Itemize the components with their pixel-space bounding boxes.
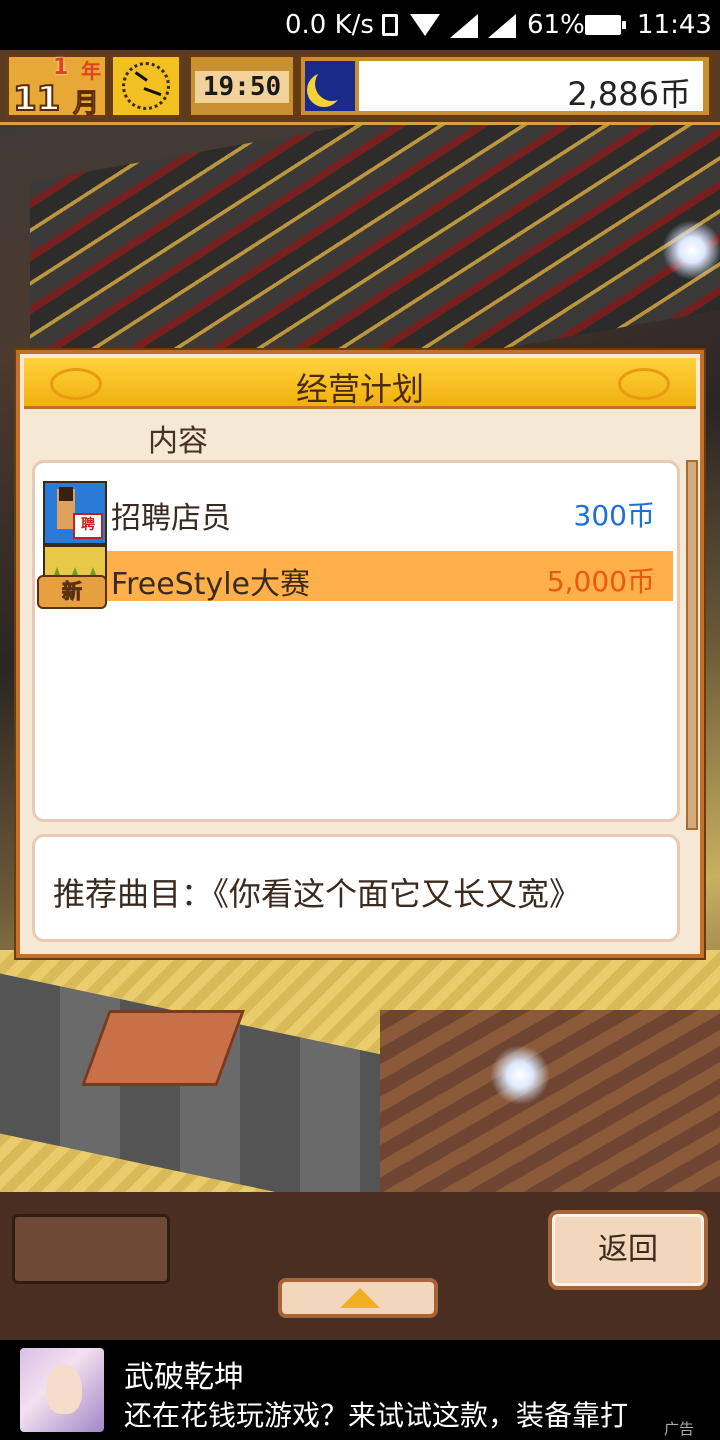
money-value: 2,886币 [567,75,691,113]
list-item[interactable]: 新 FreeStyle大赛 5,000币 [35,545,677,609]
ad-title[interactable]: 武破乾坤 [124,1352,244,1396]
list-scrollbar[interactable] [686,460,698,830]
clock-icon[interactable] [110,54,182,118]
new-badge: 新 [37,575,107,609]
status-bar: 0.0 K/s 61% 11:43 [0,0,720,50]
dialog-header: 经营计划 [24,358,696,409]
month-label: 月 [72,89,100,120]
clock-time: 11:43 [637,10,712,40]
wifi-icon [410,14,440,36]
lamp-glow [490,1045,550,1105]
item-price: 300币 [573,499,655,532]
recruit-tag: 聘 [73,513,103,539]
battery-percent: 61% [527,10,585,40]
back-button[interactable]: 返回 [548,1210,708,1290]
calendar-date[interactable]: 1 年 11 月 [6,54,108,120]
chevron-up-icon [340,1288,380,1308]
recommendation-box: 推荐曲目：《你看这个面它又长又宽》 [32,834,680,942]
bottom-toolbar: 返回 [0,1192,720,1340]
list-item[interactable]: 聘 招聘店员 300币 [35,481,677,545]
expand-button[interactable] [278,1278,438,1318]
money-display: 2,886币 [298,54,712,118]
month-number: 11 [12,78,61,120]
year-number: 1 [53,55,69,80]
ad-label: 广告 [664,1420,695,1438]
menu-slot[interactable] [12,1214,170,1284]
battery-icon [585,15,626,35]
recruit-icon: 聘 [43,481,107,545]
vibrate-icon [382,14,398,36]
signal-icon [450,14,478,38]
item-label: 招聘店员 [111,501,231,536]
dialog-title: 经营计划 [295,370,424,408]
ad-banner[interactable]: 武破乾坤 还在花钱玩游戏？来试试这款，装备靠打 广告 [0,1340,720,1440]
top-hud: 1 年 11 月 19:50 2,886币 [0,50,720,125]
recommendation-text: 推荐曲目：《你看这个面它又长又宽》 [53,875,582,913]
game-time-value: 19:50 [195,71,289,103]
plan-list: 聘 招聘店员 300币 新 FreeStyle大赛 5,000币 [32,460,680,822]
item-label: FreeStyle大赛 [111,567,311,602]
money-box: 2,886币 [359,61,703,113]
column-header: 内容 [148,424,208,459]
moon-icon [305,61,355,111]
lamp-glow [662,220,720,280]
year-label: 年 [81,59,101,83]
network-speed: 0.0 K/s [285,10,374,40]
game-time: 19:50 [188,54,296,118]
business-plan-dialog: 经营计划 内容 聘 招聘店员 300币 新 FreeStyle大赛 5,000币… [16,350,704,958]
clock-face [122,62,170,110]
item-price: 5,000币 [546,565,655,598]
dining-table [81,1010,245,1086]
ad-thumbnail[interactable] [20,1348,104,1432]
signal-icon [488,14,516,38]
ad-subtitle[interactable]: 还在花钱玩游戏？来试试这款，装备靠打 [124,1394,666,1434]
